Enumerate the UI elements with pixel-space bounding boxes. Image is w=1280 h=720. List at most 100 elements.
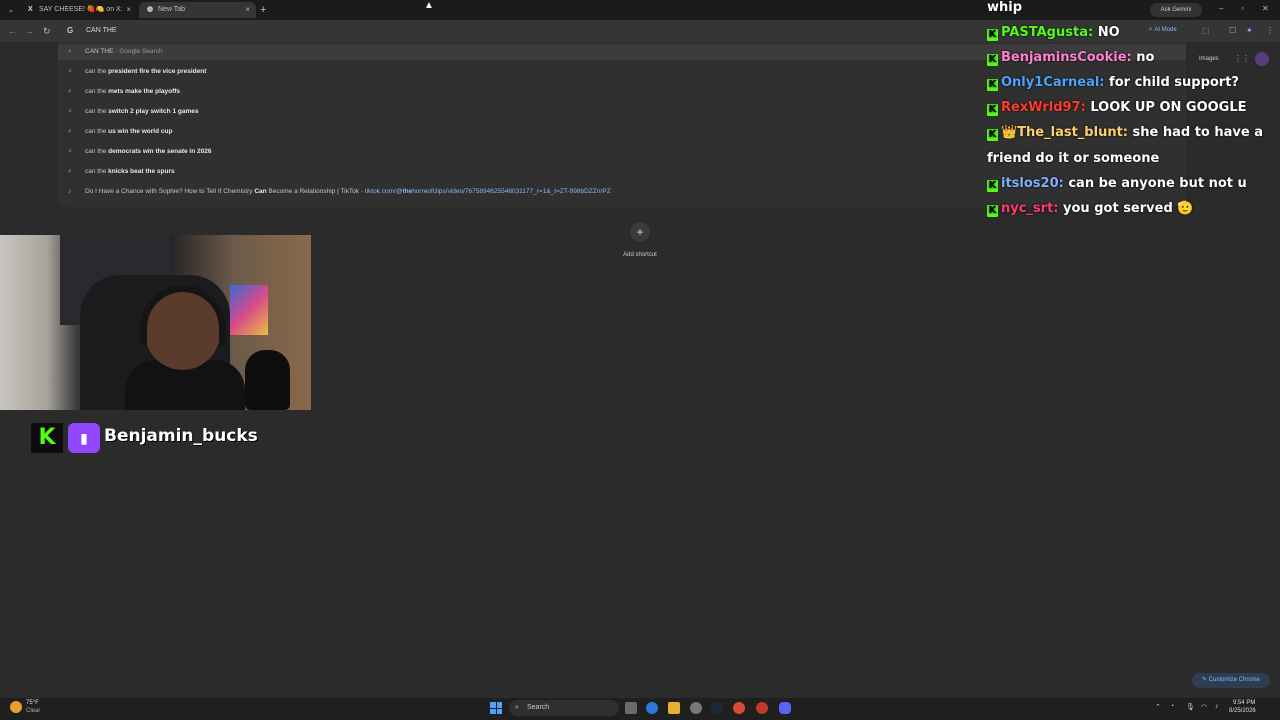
suggestion-title-end: Become a Relationship | TikTok (266, 188, 359, 195)
omnibox-input[interactable]: CAN THE (86, 27, 117, 34)
suggestion-url-end: horreofclips/video/7675894625546031177_r… (412, 188, 611, 195)
chat-username: Only1Carneal: (1001, 75, 1105, 90)
chat-username: BenjaminsCookie: (1001, 50, 1132, 65)
close-tab-icon[interactable]: × (126, 2, 131, 18)
suggestion-suffix: - Google Search (113, 48, 163, 55)
minimize-icon[interactable]: – (1219, 4, 1223, 13)
x-logo-icon: X (28, 6, 33, 13)
suggestion-title-bold: Can (254, 188, 267, 195)
back-icon[interactable]: ← (8, 26, 17, 36)
chat-text: she had to have a (1128, 125, 1264, 140)
search-icon: ⌕ (68, 148, 72, 155)
suggestion-url-bold: the (402, 188, 413, 195)
suggestion-title: Do I Have a Chance with Sophie? How to T… (85, 188, 255, 195)
clock-date[interactable]: 8/25/2026 (1229, 708, 1256, 714)
chat-message: Kitslos20: can be anyone but not u (987, 176, 1247, 192)
chat-username: 👑The_last_blunt: (1001, 125, 1128, 140)
twitch-logo-icon: ▮ (68, 423, 100, 453)
chevron-up-icon[interactable]: ⌃ (1155, 703, 1161, 711)
chat-text: for child support? (1104, 75, 1239, 90)
search-label: Search (527, 704, 550, 711)
suggestion-item[interactable]: ⌕ can the president fire the vice preside… (68, 68, 206, 76)
kick-logo-icon: K (31, 423, 63, 453)
search-icon: ⌕ (68, 128, 72, 135)
suggestion-text: CAN THE (85, 48, 114, 55)
suggestion-item[interactable]: ⌕ can the mets make the playoffs (68, 88, 180, 96)
volume-icon[interactable]: ♪ (1215, 703, 1219, 710)
bookmark-icon[interactable]: ☐ (1229, 26, 1236, 35)
forward-icon[interactable]: → (25, 26, 34, 36)
suggestion-completion: switch 2 play switch 1 games (108, 108, 199, 115)
mouse-cursor-icon: ▲ (424, 0, 434, 11)
weather-moon-icon[interactable] (10, 701, 22, 713)
suggestion-item-tiktok[interactable]: ♪ Do I Have a Chance with Sophie? How to … (68, 188, 611, 195)
search-icon: ⌕ (68, 48, 72, 55)
taskbar (0, 697, 1280, 720)
webcam-streamer (125, 285, 245, 410)
reload-icon[interactable]: ↻ (43, 26, 51, 37)
suggestion-item[interactable]: ⌕ CAN THE - Google Search (68, 48, 163, 56)
headphones-icon (140, 285, 226, 345)
avatar[interactable] (1255, 52, 1269, 66)
google-icon: G (67, 26, 74, 35)
kick-badge-icon: K (987, 104, 998, 116)
maximize-icon[interactable]: ▫ (1241, 4, 1244, 13)
chat-username: PASTAgusta: (1001, 25, 1094, 40)
streamer-name: Benjamin_bucks (104, 426, 258, 446)
tab-x-post[interactable]: X SAY CHEESE! 🍓🍋 on X: "Anti × (20, 2, 137, 29)
chat-message: K BenjaminsCookie: no (987, 50, 1154, 66)
chrome-icon: ◍ (147, 6, 154, 13)
suggestion-item[interactable]: ⌕ can the knicks beat the spurs (68, 168, 175, 176)
new-tab-button[interactable]: + (260, 3, 266, 17)
app-icon[interactable] (756, 702, 768, 714)
pencil-icon: ✎ (1201, 677, 1209, 683)
customize-chrome-button[interactable]: ✎ Customize Chrome (1192, 673, 1270, 688)
add-shortcut-button[interactable]: + (630, 222, 650, 242)
tab-search-icon[interactable]: ⌄ (5, 4, 17, 16)
taskbar-search[interactable]: ⌕ Search (509, 700, 619, 716)
add-shortcut-label: Add shortcut (623, 252, 657, 258)
ask-gemini-button[interactable]: Ask Gemini (1150, 3, 1202, 17)
settings-icon[interactable] (690, 702, 702, 714)
kick-badge-icon: K (987, 79, 998, 91)
menu-icon[interactable]: ⋮ (1266, 26, 1274, 35)
search-icon: ⌕ (68, 68, 72, 75)
task-view-icon[interactable] (625, 702, 637, 714)
file-explorer-icon[interactable] (668, 702, 680, 714)
edge-icon[interactable] (646, 702, 658, 714)
chat-text: you got served 🫡 (1058, 201, 1194, 216)
start-icon[interactable] (490, 702, 502, 714)
chat-text: LOOK UP ON GOOGLE (1085, 100, 1247, 115)
mic-icon[interactable]: 🎙 (1186, 703, 1195, 711)
wifi-icon[interactable]: ◠ (1201, 703, 1207, 711)
suggestion-item[interactable]: ⌕ can the switch 2 play switch 1 games (68, 108, 198, 116)
webcam-artwork (230, 285, 268, 335)
suggestion-item[interactable]: ⌕ can the us win the world cup (68, 128, 172, 136)
ai-mode-button[interactable]: ✧ AI Mode (1148, 26, 1177, 33)
tiktok-icon: ♪ (68, 188, 72, 195)
chat-text: can be anyone but not u (1063, 176, 1247, 191)
suggestion-prefix: can the (85, 108, 109, 115)
suggestion-prefix: can the (85, 128, 109, 135)
network-icon[interactable]: ◔ (1170, 703, 1174, 710)
chrome-taskbar-icon[interactable] (733, 702, 745, 714)
discord-icon[interactable] (779, 702, 791, 714)
clock-time[interactable]: 9:54 PM (1233, 700, 1255, 706)
chat-text: NO (1093, 25, 1120, 40)
steam-icon[interactable] (711, 702, 723, 714)
microphone-icon (245, 350, 290, 410)
chat-message: K RexWrld97: LOOK UP ON GOOGLE (987, 100, 1247, 116)
close-window-icon[interactable]: ✕ (1262, 4, 1269, 13)
images-link[interactable]: Images (1199, 56, 1219, 62)
close-tab-icon[interactable]: × (245, 2, 250, 18)
ai-mode-label: AI Mode (1154, 27, 1177, 33)
suggestion-item[interactable]: ⌕ can the democrats win the senate in 202… (68, 148, 211, 156)
search-icon: ⌕ (68, 88, 72, 95)
chat-username: RexWrld97: (1001, 100, 1086, 115)
extensions-icon[interactable]: ⬚ (1202, 26, 1210, 35)
suggestion-completion: knicks beat the spurs (108, 168, 175, 175)
tab-new-tab[interactable]: ◍ New Tab × (139, 2, 256, 18)
profile-icon[interactable]: ✦ (1246, 26, 1253, 35)
kick-badge-icon: K (987, 205, 998, 217)
google-apps-icon[interactable]: ⋮⋮ (1234, 54, 1250, 63)
